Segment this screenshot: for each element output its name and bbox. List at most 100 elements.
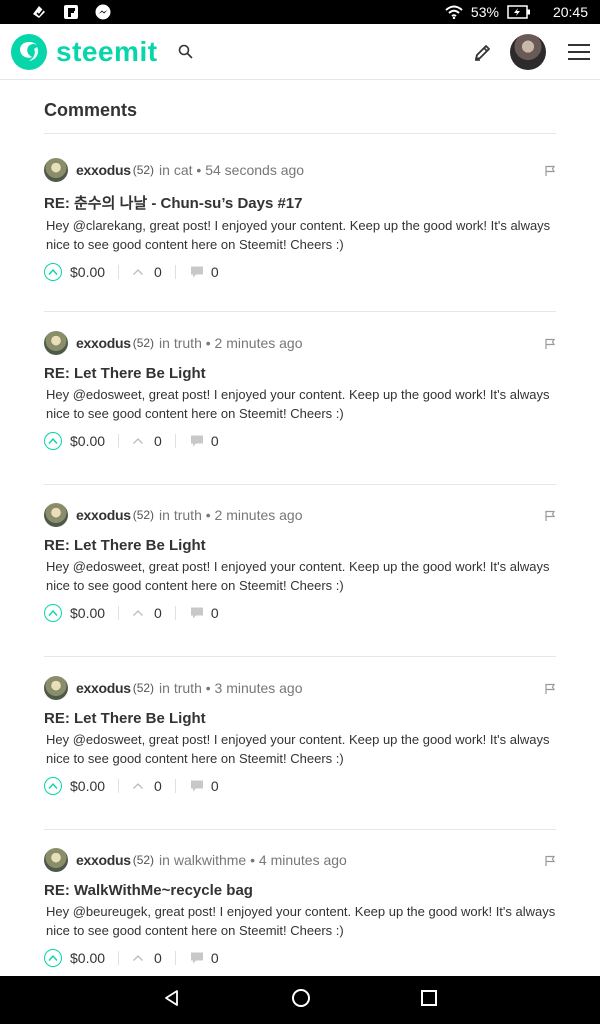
reply-count[interactable]: 0 xyxy=(211,950,219,966)
upvote-icon[interactable] xyxy=(44,604,62,622)
flag-icon[interactable] xyxy=(544,509,556,521)
reply-count[interactable]: 0 xyxy=(211,264,219,280)
reply-icon[interactable] xyxy=(189,265,205,279)
menu-icon[interactable] xyxy=(568,43,590,60)
author-reputation: (52) xyxy=(132,508,155,522)
vote-count[interactable]: 0 xyxy=(154,264,162,280)
author-name[interactable]: exxodus xyxy=(76,852,131,868)
category-link[interactable]: truth xyxy=(174,680,202,696)
payout-value[interactable]: $0.00 xyxy=(70,605,105,621)
category-link[interactable]: truth xyxy=(174,507,202,523)
logo-text: steemit xyxy=(56,35,158,67)
flag-icon[interactable] xyxy=(544,854,556,866)
footer-divider xyxy=(174,778,176,793)
footer-divider xyxy=(118,433,120,448)
payout-value[interactable]: $0.00 xyxy=(70,778,105,794)
comment-body[interactable]: Hey @edosweet, great post! I enjoyed you… xyxy=(44,385,556,423)
author-name[interactable]: exxodus xyxy=(76,335,131,351)
vote-count[interactable]: 0 xyxy=(154,605,162,621)
payout-value[interactable]: $0.00 xyxy=(70,433,105,449)
comment-item: exxodus (52) in truth • 2 minutes ago RE: L… xyxy=(44,502,556,625)
steemit-logo[interactable]: steemit xyxy=(10,33,158,71)
comment-body[interactable]: Hey @edosweet, great post! I enjoyed you… xyxy=(44,730,556,768)
time-ago[interactable]: 54 seconds ago xyxy=(205,162,304,178)
comment-item: exxodus (52) in cat • 54 seconds ago RE: 춘수… xyxy=(44,157,556,284)
comment-header: exxodus (52) in truth • 2 minutes ago xyxy=(44,330,556,356)
time-ago[interactable]: 2 minutes ago xyxy=(215,335,303,351)
vote-count[interactable]: 0 xyxy=(154,778,162,794)
reply-icon[interactable] xyxy=(189,434,205,448)
reply-count[interactable]: 0 xyxy=(211,778,219,794)
bullet-separator: • xyxy=(196,162,202,178)
reply-count[interactable]: 0 xyxy=(211,433,219,449)
bullet-separator: • xyxy=(250,852,255,868)
status-bar: 53% 20:45 xyxy=(0,0,600,24)
time-ago[interactable]: 4 minutes ago xyxy=(259,852,347,868)
reply-icon[interactable] xyxy=(189,951,205,965)
category-link[interactable]: walkwithme xyxy=(174,852,246,868)
title-divider xyxy=(44,133,556,134)
vote-count[interactable]: 0 xyxy=(154,950,162,966)
payout-value[interactable]: $0.00 xyxy=(70,950,105,966)
votes-chevron-icon[interactable] xyxy=(132,268,144,276)
comment-title[interactable]: RE: Let There Be Light xyxy=(44,710,556,727)
flag-icon[interactable] xyxy=(544,337,556,349)
author-name[interactable]: exxodus xyxy=(76,507,131,523)
author-name[interactable]: exxodus xyxy=(76,680,131,696)
reply-count[interactable]: 0 xyxy=(211,605,219,621)
author-name[interactable]: exxodus xyxy=(76,162,131,178)
comment-body[interactable]: Hey @clarekang, great post! I enjoyed yo… xyxy=(44,216,556,254)
author-avatar[interactable] xyxy=(44,330,68,355)
comment-title[interactable]: RE: 춘수의 나날 - Chun-su’s Days #17 xyxy=(44,192,556,213)
home-icon[interactable] xyxy=(290,987,312,1014)
comment-body[interactable]: Hey @beureugek, great post! I enjoyed yo… xyxy=(44,902,556,940)
user-avatar[interactable] xyxy=(510,33,546,70)
author-avatar[interactable] xyxy=(44,675,68,700)
upvote-icon[interactable] xyxy=(44,431,62,450)
flipboard-icon xyxy=(62,4,80,20)
comment-title[interactable]: RE: Let There Be Light xyxy=(44,537,556,554)
reply-icon[interactable] xyxy=(189,606,205,620)
author-avatar[interactable] xyxy=(44,848,68,872)
footer-divider xyxy=(174,606,176,620)
comment-header: exxodus (52) in truth • 3 minutes ago xyxy=(44,675,556,701)
upvote-icon[interactable] xyxy=(44,949,62,967)
votes-chevron-icon[interactable] xyxy=(132,954,144,962)
recents-icon[interactable] xyxy=(420,989,438,1012)
author-avatar[interactable] xyxy=(44,158,68,182)
author-avatar[interactable] xyxy=(44,503,68,527)
time-ago[interactable]: 2 minutes ago xyxy=(215,507,303,523)
author-reputation: (52) xyxy=(132,853,155,867)
upvote-icon[interactable] xyxy=(44,776,62,795)
votes-chevron-icon[interactable] xyxy=(132,437,144,445)
votes-chevron-icon[interactable] xyxy=(132,609,144,617)
upvote-icon[interactable] xyxy=(44,263,62,281)
comment-body[interactable]: Hey @edosweet, great post! I enjoyed you… xyxy=(44,557,556,595)
author-reputation: (52) xyxy=(132,335,155,350)
flag-icon[interactable] xyxy=(544,164,556,176)
flag-icon[interactable] xyxy=(544,682,556,694)
category-link[interactable]: truth xyxy=(174,335,202,351)
votes-chevron-icon[interactable] xyxy=(132,782,144,790)
android-nav-bar xyxy=(0,976,600,1024)
comment-title[interactable]: RE: Let There Be Light xyxy=(44,365,556,382)
in-label: in xyxy=(159,334,170,351)
notification-icon xyxy=(30,4,48,20)
steemit-logo-icon xyxy=(11,33,47,70)
page-title: Comments xyxy=(44,100,138,120)
comment-title[interactable]: RE: WalkWithMe~recycle bag xyxy=(44,882,556,899)
vote-count[interactable]: 0 xyxy=(154,433,162,449)
bullet-separator: • xyxy=(205,507,211,523)
pencil-icon[interactable] xyxy=(472,41,494,63)
author-reputation: (52) xyxy=(132,163,155,177)
comment-divider xyxy=(44,311,556,312)
battery-percent: 53% xyxy=(470,4,499,20)
reply-icon[interactable] xyxy=(189,779,205,793)
comment-header: exxodus (52) in truth • 2 minutes ago xyxy=(44,502,556,528)
back-icon[interactable] xyxy=(162,988,182,1013)
time-ago[interactable]: 3 minutes ago xyxy=(215,680,303,696)
payout-value[interactable]: $0.00 xyxy=(70,264,105,280)
category-link[interactable]: cat xyxy=(174,162,193,178)
comment-header: exxodus (52) in cat • 54 seconds ago xyxy=(44,157,556,183)
search-icon[interactable] xyxy=(176,42,196,62)
